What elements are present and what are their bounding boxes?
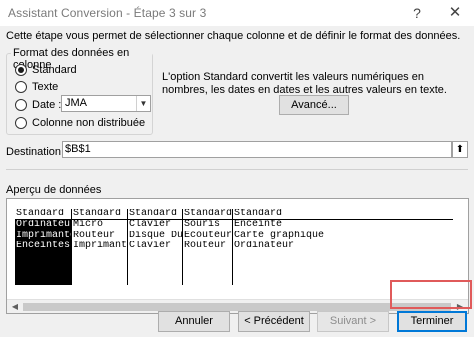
help-icon[interactable]: ? (404, 3, 430, 23)
chevron-down-icon[interactable]: ▼ (136, 96, 150, 111)
preview-cell: Clavier (129, 241, 172, 251)
preview-cell: Enceintes (16, 241, 71, 251)
preview-cell: Ordinateur (16, 220, 71, 230)
previous-button[interactable]: < Précédent (238, 311, 310, 332)
preview-cell: Enceinte (234, 220, 283, 230)
radio-date-label: Date : (32, 99, 62, 111)
radio-colonne-non-distribuee[interactable]: Colonne non distribuée (15, 117, 145, 129)
radio-button[interactable] (15, 117, 27, 129)
preview-cell: Imprimante (73, 241, 127, 251)
preview-cell: Ordinateur (234, 241, 295, 251)
preview-cell: Routeur (184, 241, 227, 251)
preview-column-header: Standard (233, 209, 453, 220)
preview-cell: Ecouteurs (184, 230, 232, 241)
radio-texte[interactable]: Texte (15, 81, 58, 93)
date-format-select[interactable]: JMA ▼ (61, 95, 151, 112)
radio-standard-label: Standard (32, 64, 77, 76)
preview-label: Aperçu de données (6, 184, 102, 196)
preview-cell: Carte graphique (234, 230, 325, 241)
radio-button[interactable] (15, 64, 27, 76)
preview-column[interactable]: Standard Micro Routeur Imprimante (71, 209, 127, 285)
preview-cell: Disque Dur (129, 230, 182, 241)
column-format-group: Format des données en colonne Standard T… (6, 47, 153, 135)
cancel-button[interactable]: Annuler (158, 311, 230, 332)
scrollbar-thumb[interactable] (23, 303, 451, 311)
radio-button[interactable] (15, 99, 27, 111)
next-button[interactable]: Suivant > (317, 311, 389, 332)
preview-cell: Micro (73, 220, 104, 230)
preview-column[interactable]: Standard Clavier Disque Dur Clavier (127, 209, 182, 285)
radio-standard[interactable]: Standard (15, 64, 77, 76)
destination-value: $B$1 (65, 143, 91, 155)
finish-button-highlight (390, 280, 472, 309)
preview-column-header: Standard (128, 209, 182, 220)
preview-column[interactable]: Standard Ordinateur Imprimante Enceintes (15, 209, 71, 285)
preview-cell: Imprimante (16, 230, 71, 241)
title-bar: Assistant Conversion - Étape 3 sur 3 ? ✕ (0, 0, 474, 26)
advanced-button[interactable]: Avancé... (279, 95, 349, 115)
format-description: L'option Standard convertit les valeurs … (162, 71, 447, 96)
intro-text: Cette étape vous permet de sélectionner … (6, 30, 461, 42)
preview-column-header: Standard (15, 209, 71, 220)
radio-texte-label: Texte (32, 81, 59, 93)
destination-input[interactable]: $B$1 (62, 141, 452, 158)
radio-date[interactable]: Date : (15, 99, 61, 111)
preview-column-header: Standard (183, 209, 232, 220)
radio-colonne-label: Colonne non distribuée (32, 117, 146, 129)
preview-cell: Clavier (129, 220, 172, 230)
finish-button[interactable]: Terminer (397, 311, 467, 332)
preview-column-header: Standard (72, 209, 127, 220)
range-picker-icon[interactable]: ⬆ (452, 141, 468, 158)
preview-cell: Routeur (73, 230, 116, 241)
date-format-value: JMA (65, 97, 87, 109)
preview-column[interactable]: Standard Souris Ecouteurs Routeur (182, 209, 232, 285)
close-icon[interactable]: ✕ (442, 3, 468, 23)
scroll-left-icon[interactable]: ◀ (8, 301, 22, 313)
preview-column[interactable]: Standard Enceinte Carte graphique Ordina… (232, 209, 453, 285)
window-title: Assistant Conversion - Étape 3 sur 3 (8, 6, 207, 20)
divider (6, 169, 468, 170)
radio-button[interactable] (15, 81, 27, 93)
preview-cell: Souris (184, 220, 221, 230)
destination-label: Destination : (6, 146, 68, 158)
